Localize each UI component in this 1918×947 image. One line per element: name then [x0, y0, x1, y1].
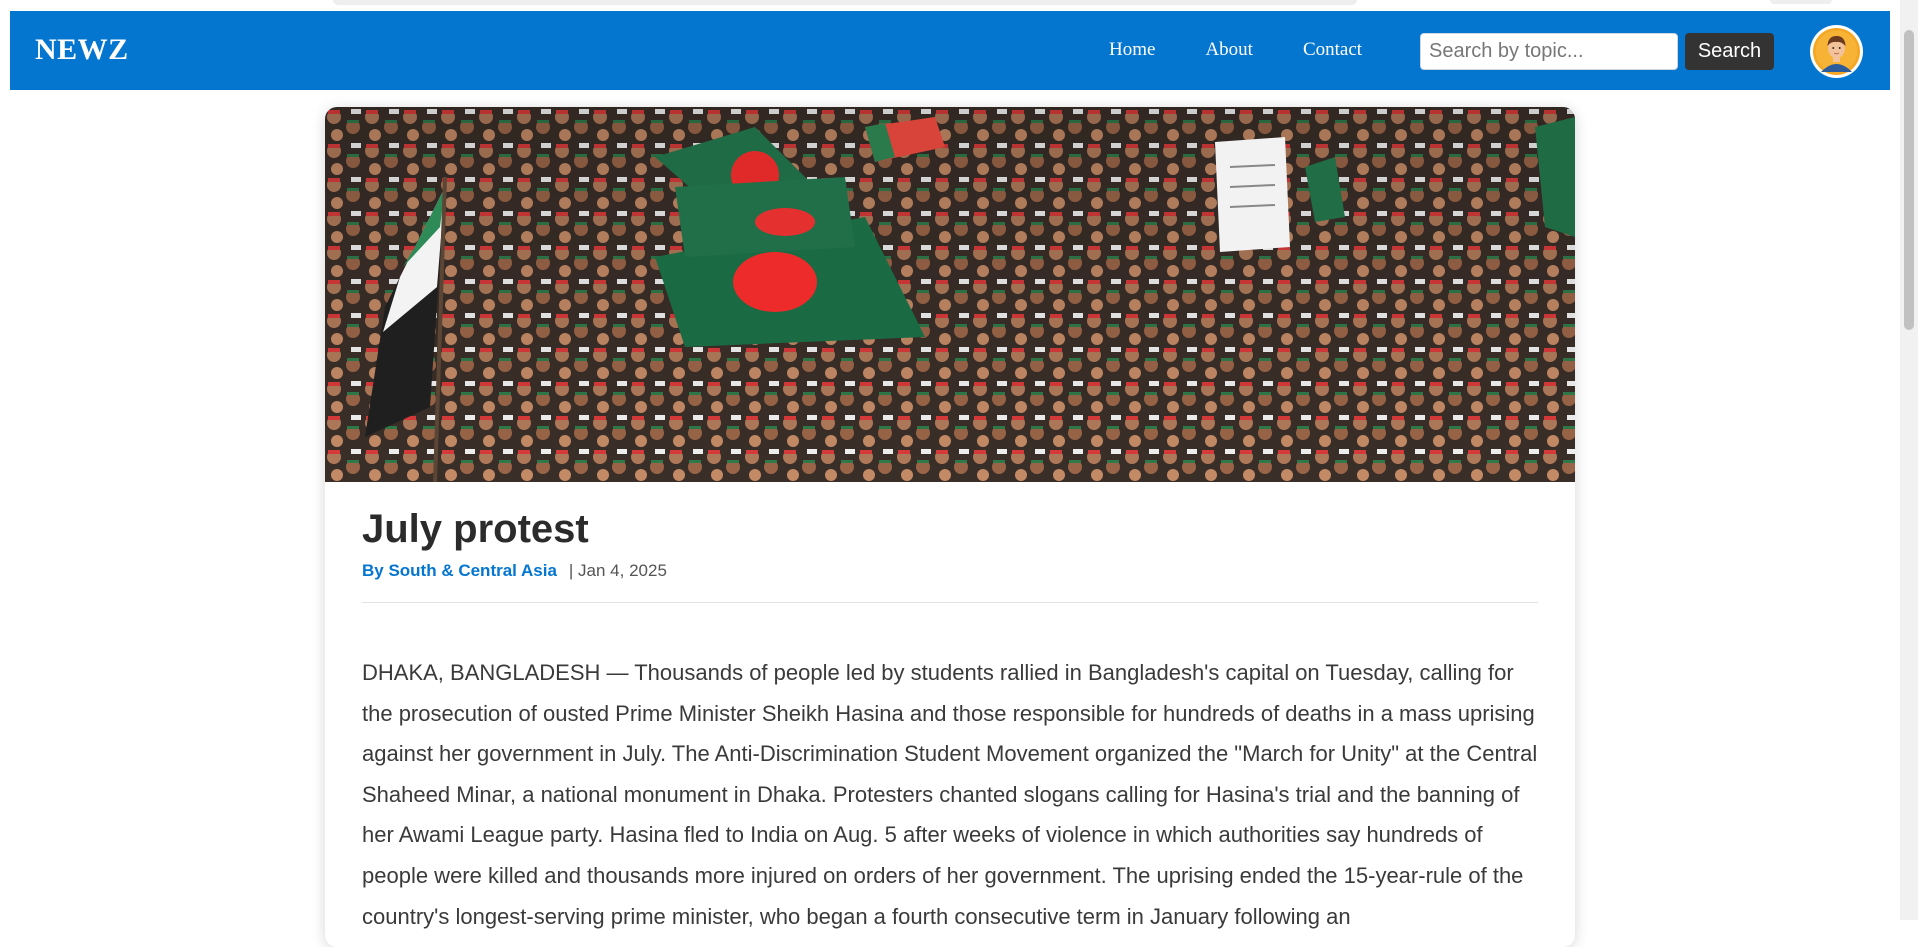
avatar[interactable]	[1810, 25, 1863, 78]
divider	[362, 602, 1538, 603]
user-avatar-icon	[1813, 28, 1860, 75]
article-card: July protest By South & Central Asia | Ja…	[325, 107, 1575, 947]
page-scrollbar[interactable]	[1900, 0, 1918, 920]
publish-date: | Jan 4, 2025	[568, 561, 667, 580]
nav-link-home[interactable]: Home	[1109, 39, 1155, 61]
article-body: DHAKA, BANGLADESH — Thousands of people …	[362, 660, 1538, 929]
article-hero-image	[325, 107, 1575, 482]
scrollbar-thumb[interactable]	[1904, 30, 1914, 330]
article-title: July protest	[362, 507, 589, 551]
nav-link-about[interactable]: About	[1205, 39, 1253, 61]
brand-logo[interactable]: NEWZ	[35, 33, 129, 67]
browser-address-bar-edge	[333, 0, 1357, 5]
navbar: NEWZ Home About Contact Search	[10, 11, 1890, 90]
nav-links: Home About Contact	[1109, 39, 1412, 61]
search-input[interactable]	[1420, 33, 1678, 70]
author-link[interactable]: By South & Central Asia	[362, 561, 557, 580]
search-button[interactable]: Search	[1685, 33, 1774, 70]
browser-button-edge	[1770, 0, 1832, 4]
article-meta: By South & Central Asia | Jan 4, 2025	[362, 561, 667, 581]
protest-photo-icon	[325, 107, 1575, 482]
nav-link-contact[interactable]: Contact	[1303, 39, 1362, 61]
